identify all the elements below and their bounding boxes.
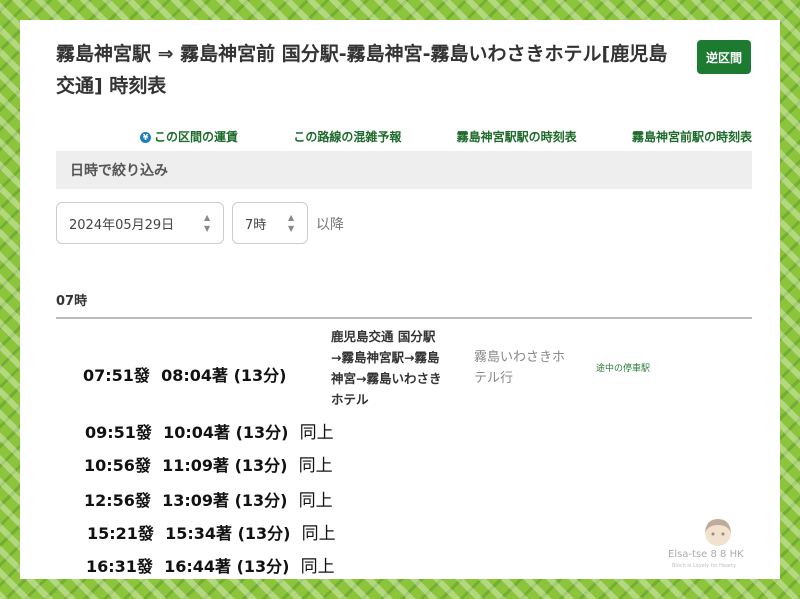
duration: (13分)	[234, 456, 288, 475]
same-as-above: 同上	[301, 524, 336, 544]
date-select[interactable]: 2024年05月29日 ▲ ▼	[56, 202, 224, 244]
destination: 霧島いわさきホ テル行	[474, 347, 584, 389]
timetable-row[interactable]: 12:56發 13:09著 (13分) 同上	[84, 486, 333, 511]
timetable-row[interactable]: 15:21發 15:34著 (13分) 同上	[87, 519, 336, 544]
route-line: →霧島神宮駅→霧島	[331, 350, 440, 365]
destination-line: 霧島いわさきホ	[474, 350, 566, 365]
filter-heading: 日時で絞り込み	[56, 151, 752, 189]
route-line: 神宮→霧島いわさき	[331, 371, 442, 386]
route-line: ホテル	[331, 392, 369, 407]
duration: (13分)	[236, 557, 290, 576]
duration: (13分)	[235, 423, 289, 442]
spinner-icon: ▲ ▼	[204, 213, 211, 233]
arrival-time: 15:34著	[165, 524, 233, 543]
arrival-time: 16:44著	[164, 557, 232, 576]
spinner-icon: ▲ ▼	[288, 213, 295, 233]
arrival-time: 08:04著	[161, 366, 229, 385]
hour-heading: 07時	[56, 294, 88, 309]
congestion-link[interactable]: この路線の混雑予報	[293, 128, 401, 145]
arrival-time: 13:09著	[162, 491, 230, 510]
departure-time: 12:56發	[84, 491, 151, 510]
yen-icon: ¥	[140, 132, 151, 143]
fare-link[interactable]: ¥ この区間の運賃	[140, 128, 238, 145]
arrival-time: 10:04著	[163, 423, 231, 442]
stops-link[interactable]: 途中の停車駅	[596, 361, 650, 374]
departure-time: 16:31發	[86, 557, 153, 576]
arrival-time: 11:09著	[162, 456, 230, 475]
duration: (13分)	[234, 491, 288, 510]
same-as-above: 同上	[298, 491, 333, 511]
departure-time: 15:21發	[87, 524, 154, 543]
duration: (13分)	[237, 524, 291, 543]
page: 霧島神宮駅 ⇒ 霧島神宮前 国分駅-霧島神宮-霧島いわさきホテル[鹿児島交通] …	[20, 20, 780, 579]
route-description: 鹿児島交通 国分駅 →霧島神宮駅→霧島 神宮→霧島いわさき ホテル	[331, 326, 471, 410]
reverse-route-button[interactable]: 逆区間	[697, 40, 751, 74]
related-links: ¥ この区間の運賃 この路線の混雑予報 霧島神宮駅駅の時刻表 霧島神宮前駅の時刻表	[140, 128, 752, 145]
timetable-row[interactable]: 16:31發 16:44著 (13分) 同上	[86, 552, 335, 577]
watermark: Elsa-tse 8 8 HK Bloch is Lovely for Hear…	[668, 515, 768, 575]
watermark-subtext: Bloch is Lovely for Hearty	[672, 563, 737, 569]
same-as-above: 同上	[299, 423, 334, 443]
destination-line: テル行	[474, 371, 514, 386]
watermark-text: Elsa-tse 8 8 HK	[668, 549, 744, 560]
departure-time: 10:56發	[84, 456, 151, 475]
departure-time: 07:51發	[83, 366, 150, 385]
after-label: 以降	[316, 217, 344, 233]
same-as-above: 同上	[298, 456, 333, 476]
timetable-row[interactable]: 09:51發 10:04著 (13分) 同上	[85, 418, 334, 443]
hour-select-value: 7時	[245, 217, 267, 233]
timetable-row[interactable]: 10:56發 11:09著 (13分) 同上	[84, 451, 333, 476]
avatar-icon	[705, 519, 731, 546]
same-as-above: 同上	[300, 557, 335, 577]
date-select-value: 2024年05月29日	[69, 217, 175, 233]
fare-link-label: この区間の運賃	[154, 130, 239, 144]
hour-select[interactable]: 7時 ▲ ▼	[232, 202, 308, 244]
divider	[56, 317, 752, 319]
timetable-row[interactable]: 07:51發 08:04著 (13分)	[83, 362, 287, 386]
page-title: 霧島神宮駅 ⇒ 霧島神宮前 国分駅-霧島神宮-霧島いわさきホテル[鹿児島交通] …	[56, 43, 668, 97]
route-line: 鹿児島交通 国分駅	[331, 329, 436, 344]
to-station-timetable-link[interactable]: 霧島神宮前駅の時刻表	[632, 128, 752, 145]
departure-time: 09:51發	[85, 423, 152, 442]
duration: (13分)	[233, 366, 287, 385]
from-station-timetable-link[interactable]: 霧島神宮駅駅の時刻表	[457, 128, 577, 145]
